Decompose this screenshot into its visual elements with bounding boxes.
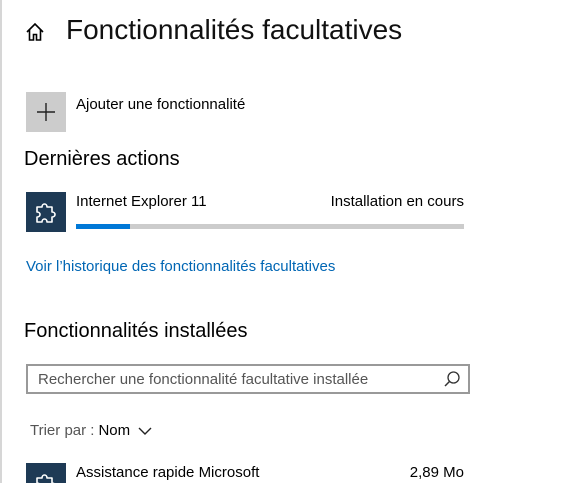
installed-features-heading: Fonctionnalités installées bbox=[24, 320, 248, 342]
add-feature-button[interactable]: Ajouter une fonctionnalité bbox=[26, 92, 245, 132]
feature-tile bbox=[26, 192, 66, 232]
page-title: Fonctionnalités facultatives bbox=[66, 14, 403, 45]
recent-actions-heading: Dernières actions bbox=[24, 148, 180, 170]
optional-features-page: Fonctionnalités facultatives Ajouter une… bbox=[0, 0, 582, 483]
sort-label: Trier par : bbox=[30, 422, 95, 439]
install-progress-fill bbox=[76, 224, 131, 229]
home-icon[interactable] bbox=[24, 21, 46, 43]
sort-value: Nom bbox=[98, 422, 131, 439]
installed-search-box[interactable] bbox=[26, 364, 470, 394]
feature-name: Internet Explorer 11 bbox=[76, 193, 207, 210]
sort-dropdown[interactable]: Nom bbox=[98, 422, 152, 439]
search-icon[interactable] bbox=[442, 369, 462, 389]
add-feature-label: Ajouter une fonctionnalité bbox=[76, 96, 246, 113]
sort-control: Trier par : Nom bbox=[30, 422, 152, 439]
install-progress-bar bbox=[76, 224, 464, 229]
feature-status: Installation en cours bbox=[330, 193, 464, 210]
feature-size: 2,89 Mo bbox=[409, 464, 464, 481]
puzzle-icon bbox=[36, 203, 56, 223]
feature-name: Assistance rapide Microsoft bbox=[76, 464, 260, 481]
feature-history-link[interactable]: Voir l’historique des fonctionnalités fa… bbox=[26, 258, 335, 275]
puzzle-icon bbox=[36, 474, 55, 483]
installed-feature-item[interactable]: Assistance rapide Microsoft 2,89 Mo bbox=[26, 463, 464, 483]
plus-icon bbox=[26, 92, 66, 132]
installed-search-input[interactable] bbox=[28, 366, 442, 392]
chevron-down-icon bbox=[138, 427, 152, 435]
window-edge bbox=[0, 0, 2, 483]
recent-action-item[interactable]: Internet Explorer 11 Installation en cou… bbox=[26, 192, 464, 232]
feature-tile bbox=[26, 463, 66, 483]
